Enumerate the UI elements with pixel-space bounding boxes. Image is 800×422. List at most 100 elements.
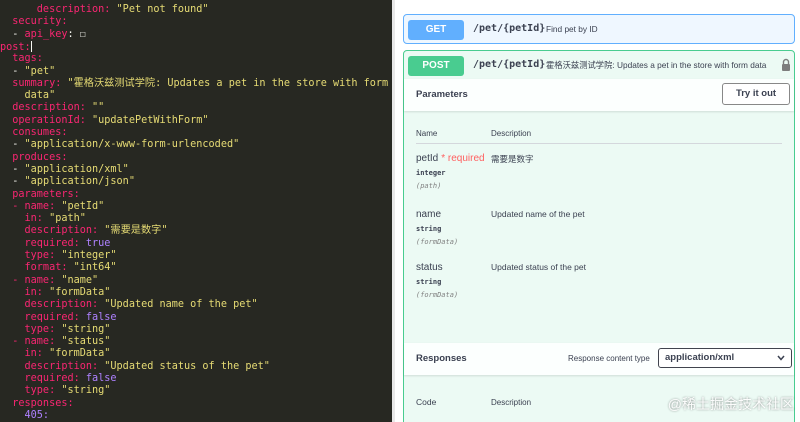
code-token: consumes: <box>0 127 68 138</box>
code-token: - name: <box>0 274 62 286</box>
code-line: description: "需要是数字" <box>0 225 168 237</box>
param-location: (formData) <box>416 291 459 299</box>
param-row-petid: petId * required integer (path) 需要是数字 <box>416 153 786 190</box>
response-content-type-select[interactable]: application/xml <box>658 348 792 368</box>
chevron-down-icon <box>777 355 785 361</box>
param-description: 需要是数字 <box>491 154 534 164</box>
post-method-badge[interactable]: POST <box>408 56 464 76</box>
code-token: "application/x-www-form-urlencoded" <box>24 139 240 151</box>
code-token: produces: <box>0 151 68 163</box>
code-token: security: <box>0 16 68 28</box>
text-cursor <box>30 40 32 52</box>
code-token: - <box>0 65 25 77</box>
code-token: ☐ <box>79 28 86 40</box>
code-line: format: "int64" <box>0 262 117 274</box>
param-type: integer <box>416 169 446 177</box>
table-header-divider <box>416 143 782 144</box>
code-token: type: <box>0 250 62 261</box>
code-token: "Pet not found" <box>116 4 209 15</box>
param-location: (formData) <box>416 238 459 246</box>
code-token: - <box>0 139 25 151</box>
param-description: Updated status of the pet <box>491 262 586 272</box>
code-line: description: "" <box>0 102 104 114</box>
param-row-name: name string (formData) Updated name of t… <box>416 209 786 246</box>
get-operation-summary: Find pet by ID <box>546 24 598 34</box>
code-token: "formData" <box>49 286 111 298</box>
code-token: format: <box>0 262 74 274</box>
post-operation-path: /pet/{petId} <box>473 59 546 70</box>
code-token: "formData" <box>49 348 111 360</box>
code-token: "status" <box>61 336 111 348</box>
code-line: required: false <box>0 373 117 385</box>
code-token: true <box>85 237 111 249</box>
code-line: consumes: <box>0 127 67 139</box>
code-token: "int64" <box>73 262 117 274</box>
code-line: in: "path" <box>0 213 86 225</box>
param-type: string <box>416 225 442 233</box>
code-token: required: <box>0 311 86 323</box>
code-token: "petId" <box>61 200 105 212</box>
parameters-table: Name Description petId * required integer… <box>404 113 794 341</box>
code-line: summary: "霍格沃兹测试学院: Updates a pet in the… <box>0 78 388 90</box>
code-line: in: "formData" <box>0 348 111 360</box>
code-line: type: "string" <box>0 323 111 336</box>
code-line: in: "formData" <box>0 286 111 299</box>
code-token: in: <box>0 213 50 225</box>
code-token: data" <box>0 90 56 102</box>
code-token: description: <box>0 360 105 372</box>
code-token: - name: <box>0 200 62 212</box>
code-token: "path" <box>49 213 86 225</box>
code-token: description: <box>0 4 117 15</box>
code-line: - api_key: ☐ <box>0 29 86 41</box>
code-line: - "application/x-www-form-urlencoded" <box>0 139 239 151</box>
code-line: required: false <box>0 312 117 324</box>
try-it-out-button[interactable]: Try it out <box>722 83 790 105</box>
code-line: type: "string" <box>0 385 111 397</box>
code-token: "霍格沃兹测试学院: Updates a pet in the store wi… <box>67 77 389 89</box>
code-token: responses: <box>0 397 74 409</box>
code-token: "" <box>92 102 105 114</box>
code-token: "string" <box>61 323 111 335</box>
code-line: parameters: <box>0 188 80 201</box>
code-token: in: <box>0 348 50 360</box>
code-token: type: <box>0 323 62 335</box>
get-method-badge: GET <box>408 20 464 40</box>
parameters-section-header: Parameters Try it out <box>404 79 794 111</box>
code-token: description: <box>0 299 105 311</box>
param-location: (path) <box>416 182 442 190</box>
code-line: - "application/xml" <box>0 164 129 176</box>
code-line: description: "Updated status of the pet" <box>0 361 270 373</box>
code-line: - name: "petId" <box>0 201 104 213</box>
param-column-name: Name <box>416 129 438 138</box>
code-line: operationId: "updatePetWithForm" <box>0 114 208 127</box>
code-token: description: <box>0 225 105 237</box>
param-name: petId * required <box>416 153 786 165</box>
param-description: Updated name of the pet <box>491 209 585 219</box>
code-line: - "pet" <box>0 66 55 78</box>
code-line: 405: <box>0 410 50 422</box>
code-token: parameters: <box>0 188 80 200</box>
code-token: "name" <box>61 274 99 286</box>
get-operation[interactable]: GET /pet/{petId} Find pet by ID <box>403 14 795 44</box>
code-token: description: <box>0 102 93 114</box>
param-column-description: Description <box>491 129 532 138</box>
code-token: api_key <box>24 28 68 40</box>
code-line: description: "Updated name of the pet" <box>0 299 258 311</box>
code-line: - "application/json" <box>0 176 135 188</box>
code-token: "Updated status of the pet" <box>104 360 270 372</box>
parameters-title: Parameters <box>416 89 468 100</box>
code-line: produces: <box>0 152 67 164</box>
get-operation-path: /pet/{petId} <box>473 23 546 34</box>
code-token: false <box>85 373 117 384</box>
code-token: "integer" <box>61 250 117 261</box>
response-content-type-label: Response content type <box>568 354 650 363</box>
response-content-type-value: application/xml <box>665 352 735 363</box>
code-token: post: <box>0 41 31 53</box>
code-token: "application/json" <box>24 176 135 188</box>
lock-icon[interactable] <box>780 58 792 72</box>
yaml-editor[interactable]: description: "Pet not found" security: -… <box>0 0 392 422</box>
code-token: operationId: <box>0 114 93 126</box>
post-operation: POST /pet/{petId} 霍格沃兹测试学院: Updates a pe… <box>403 50 795 422</box>
response-column-description: Description <box>491 398 532 407</box>
code-line: post: <box>0 40 32 53</box>
